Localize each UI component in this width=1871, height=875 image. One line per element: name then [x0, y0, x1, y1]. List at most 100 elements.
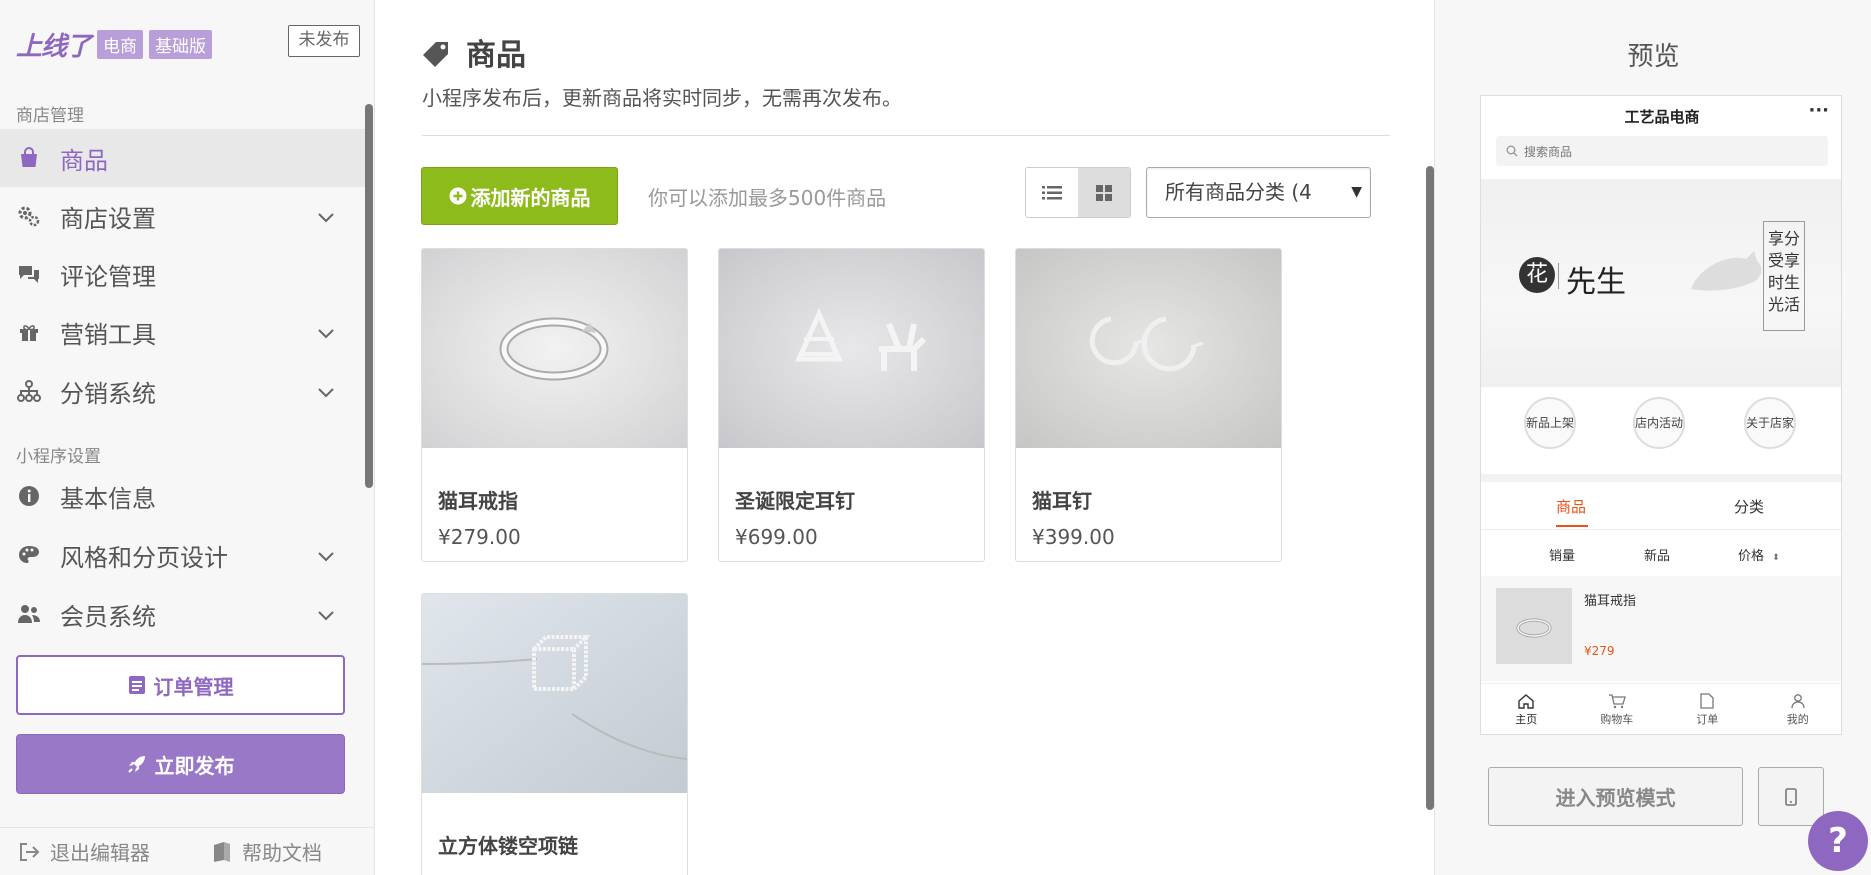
sort-by-new[interactable]: 新品 [1644, 545, 1670, 564]
app-title: 工艺品电商 [1624, 108, 1700, 126]
product-card[interactable]: 立方体镂空项链 [421, 593, 688, 875]
app-gap [1481, 474, 1841, 482]
sidebar-item-label: 营销工具 [60, 320, 156, 349]
sidebar-item-label: 基本信息 [60, 484, 156, 513]
banner-poem: 享分受享时生光活 [1763, 221, 1805, 331]
brand-tag-plan: 基础版 [149, 30, 213, 59]
product-card[interactable]: 猫耳戒指 ¥279.00 [421, 248, 688, 562]
main-scrollbar[interactable] [1426, 166, 1434, 810]
shortcut-new-arrivals[interactable]: 新品上架 [1524, 397, 1576, 449]
page-title-text: 商品 [466, 38, 526, 73]
page-subtitle: 小程序发布后，更新商品将实时同步，无需再次发布。 [422, 86, 902, 110]
grid-icon [1096, 184, 1112, 201]
enter-preview-button[interactable]: 进入预览模式 [1488, 767, 1743, 826]
sidebar-item-membership[interactable]: 会员系统 [0, 585, 366, 643]
sidebar-scrollbar[interactable] [365, 104, 373, 488]
sort-by-price[interactable]: 价格 ⬍ [1738, 545, 1780, 564]
help-button[interactable]: ? [1808, 811, 1868, 871]
product-name: 立方体镂空项链 [438, 834, 578, 858]
sort-arrows-icon: ⬍ [1772, 553, 1780, 563]
order-management-button[interactable]: 订单管理 [16, 655, 345, 715]
app-nav-cart[interactable]: 购物车 [1572, 684, 1663, 734]
list-view-button[interactable] [1026, 168, 1078, 217]
banner-name: 先生 [1566, 265, 1626, 300]
app-root: 上线了 电商 基础版 未发布 商店管理 商品 商店设置 评论管理 营销工具 分销… [0, 0, 1871, 875]
category-select[interactable]: 所有商品分类 (4 ▼ [1146, 167, 1371, 218]
product-image-earrings [719, 249, 984, 448]
brand-tag-ecommerce: 电商 [97, 30, 144, 59]
add-product-hint: 你可以添加最多500件商品 [648, 186, 887, 210]
app-sort-bar: 销量 新品 价格 ⬍ [1481, 530, 1841, 576]
app-bottom-nav: 主页 购物车 订单 我的 [1481, 683, 1842, 734]
section-label-miniapp: 小程序设置 [16, 447, 101, 467]
app-tab-products[interactable]: 商品 [1556, 496, 1586, 517]
cart-icon [1608, 694, 1626, 709]
users-icon [16, 601, 42, 627]
app-nav-orders[interactable]: 订单 [1662, 684, 1753, 734]
more-icon[interactable]: ··· [1808, 100, 1829, 121]
sidebar-item-store-settings[interactable]: 商店设置 [0, 187, 366, 245]
sidebar-item-label: 商品 [60, 146, 108, 175]
sidebar-item-products[interactable]: 商品 [0, 129, 366, 187]
banner-separator [1558, 263, 1559, 289]
add-product-button[interactable]: 添加新的商品 [421, 167, 618, 225]
info-icon [16, 483, 42, 509]
plus-circle-icon [449, 187, 466, 205]
preview-panel: 预览 工艺品电商 ··· 搜索商品 花 先生 享分受享时生光活 新品上架 店内活… [1434, 0, 1871, 875]
app-product-item[interactable]: 猫耳戒指 ¥279 [1481, 576, 1841, 681]
product-price: ¥399.00 [1032, 525, 1115, 549]
banner-logo: 花 [1519, 257, 1555, 293]
user-icon [1791, 694, 1805, 709]
shopping-bag-icon [16, 145, 42, 171]
sort-by-sales[interactable]: 销量 [1549, 545, 1575, 564]
product-card[interactable]: 猫耳钉 ¥399.00 [1015, 248, 1282, 562]
chevron-down-icon [318, 329, 334, 339]
shortcut-promotions[interactable]: 店内活动 [1633, 397, 1685, 449]
mobile-icon [1785, 787, 1797, 806]
product-card[interactable]: 圣诞限定耳钉 ¥699.00 [718, 248, 985, 562]
exit-editor-link[interactable]: 退出编辑器 [18, 837, 150, 866]
brand: 上线了 电商 基础版 [16, 26, 213, 63]
help-docs-link[interactable]: 帮助文档 [212, 837, 322, 866]
app-nav-orders-label: 订单 [1696, 713, 1719, 726]
order-doc-icon [1700, 693, 1714, 709]
sign-out-icon [20, 842, 40, 861]
product-name: 圣诞限定耳钉 [735, 489, 855, 513]
app-shortcuts: 新品上架 店内活动 关于店家 [1481, 387, 1841, 467]
app-nav-home[interactable]: 主页 [1481, 684, 1572, 734]
product-name: 猫耳钉 [1032, 489, 1092, 513]
app-search-bar[interactable]: 搜索商品 [1496, 136, 1828, 166]
app-nav-me-label: 我的 [1786, 713, 1809, 726]
publish-button[interactable]: 立即发布 [16, 734, 345, 794]
phone-preview: 工艺品电商 ··· 搜索商品 花 先生 享分受享时生光活 新品上架 店内活动 关… [1480, 95, 1842, 735]
divider [422, 135, 1390, 136]
book-icon [214, 841, 230, 862]
app-product-name: 猫耳戒指 [1584, 594, 1637, 609]
search-icon [1506, 145, 1518, 157]
sidebar-item-reviews[interactable]: 评论管理 [0, 245, 366, 303]
app-search-placeholder: 搜索商品 [1524, 144, 1573, 159]
app-nav-cart-label: 购物车 [1600, 713, 1634, 726]
sidebar-item-distribution[interactable]: 分销系统 [0, 362, 366, 420]
gift-icon [16, 319, 42, 345]
sidebar-item-style-design[interactable]: 风格和分页设计 [0, 526, 366, 584]
sidebar-item-marketing[interactable]: 营销工具 [0, 303, 366, 361]
app-nav-me[interactable]: 我的 [1753, 684, 1842, 734]
shortcut-about[interactable]: 关于店家 [1744, 397, 1796, 449]
page-title: 商品 [422, 30, 526, 74]
sidebar-item-basic-info[interactable]: 基本信息 [0, 467, 366, 525]
preview-title: 预览 [1627, 42, 1680, 72]
publish-label: 立即发布 [154, 753, 235, 778]
order-management-label: 订单管理 [153, 674, 234, 699]
unpublished-badge[interactable]: 未发布 [288, 25, 360, 57]
cat-silhouette [1691, 251, 1762, 291]
app-tab-categories[interactable]: 分类 [1734, 496, 1764, 517]
palette-icon [16, 542, 42, 568]
mobile-preview-button[interactable] [1758, 767, 1824, 826]
product-image-necklace [422, 594, 687, 793]
app-product-price: ¥279 [1584, 644, 1615, 658]
help-docs-label: 帮助文档 [242, 841, 322, 865]
app-banner[interactable]: 花 先生 享分受享时生光活 [1481, 179, 1841, 387]
chevron-down-icon [318, 552, 334, 562]
grid-view-button[interactable] [1078, 168, 1130, 217]
